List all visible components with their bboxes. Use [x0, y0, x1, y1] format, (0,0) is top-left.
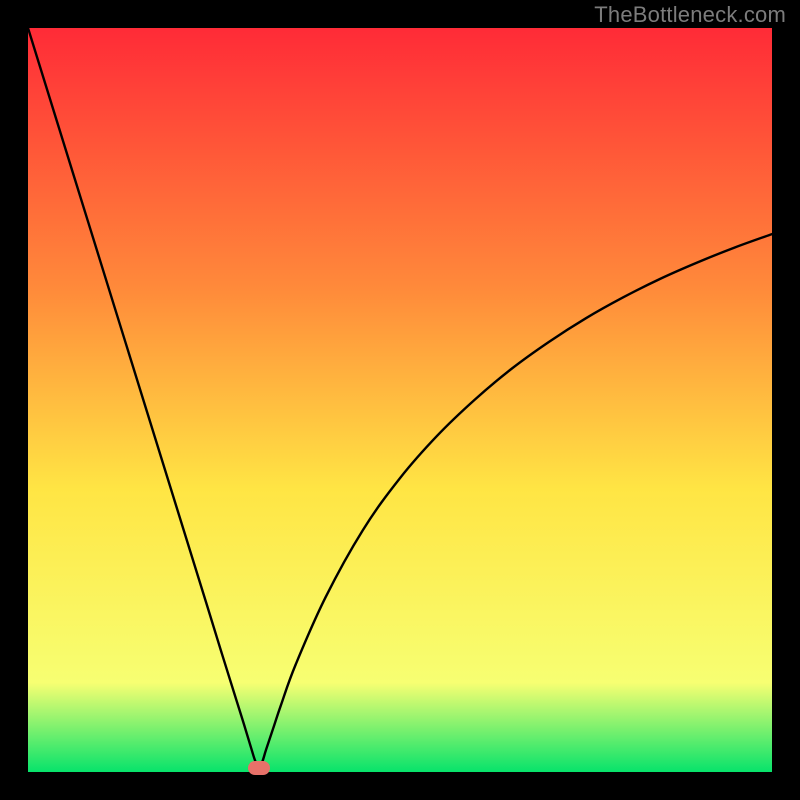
minimum-marker: [248, 761, 270, 775]
plot-svg: [28, 28, 772, 772]
plot-frame: [28, 28, 772, 772]
chart-container: TheBottleneck.com: [0, 0, 800, 800]
watermark-text: TheBottleneck.com: [594, 2, 786, 28]
gradient-background: [28, 28, 772, 772]
